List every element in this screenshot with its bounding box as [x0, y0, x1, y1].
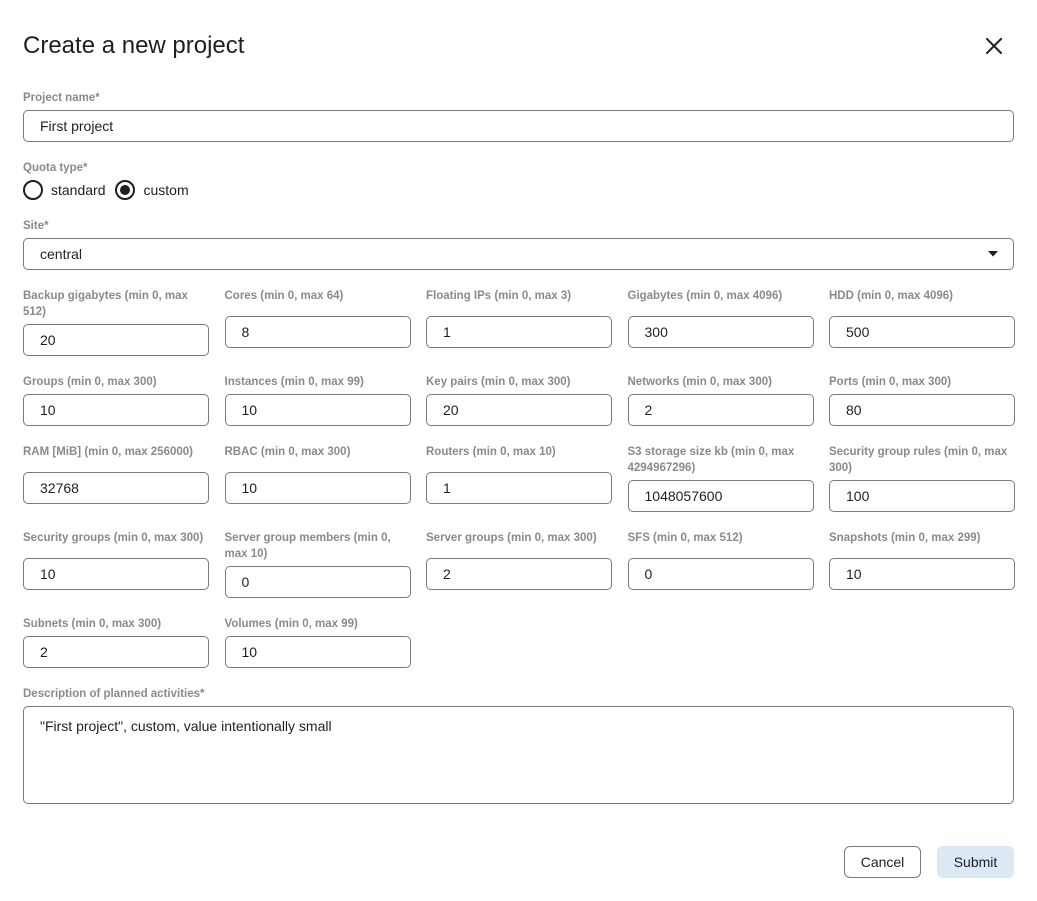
- radio-checked-icon: [115, 180, 136, 200]
- quota-input[interactable]: [829, 480, 1015, 512]
- quota-label: Instances (min 0, max 99): [224, 376, 364, 388]
- site-select-value: central: [40, 246, 83, 262]
- quota-label: Cores (min 0, max 64): [224, 290, 344, 302]
- quota-label: RAM [MiB] (min 0, max 256000): [23, 446, 193, 458]
- quota-label: Snapshots (min 0, max 299): [829, 532, 981, 544]
- radio-unchecked-icon: [23, 180, 43, 200]
- quota-input[interactable]: [23, 472, 209, 504]
- quota-input[interactable]: [627, 316, 814, 348]
- quota-label: Groups (min 0, max 300): [23, 376, 157, 388]
- quota-label: Floating IPs (min 0, max 3): [426, 290, 572, 302]
- quota-input[interactable]: [627, 558, 814, 590]
- quota-label: Key pairs (min 0, max 300): [426, 376, 571, 388]
- project-name-label: Project name*: [23, 92, 100, 104]
- quota-label: Gigabytes (min 0, max 4096): [627, 290, 783, 302]
- quota-label: Networks (min 0, max 300): [627, 376, 772, 388]
- quota-input[interactable]: [627, 480, 814, 512]
- site-label: Site*: [23, 220, 49, 232]
- radio-label-standard: standard: [51, 182, 106, 198]
- quota-input[interactable]: [829, 558, 1015, 590]
- quota-input[interactable]: [224, 566, 411, 598]
- dialog-title: Create a new project: [23, 32, 245, 59]
- quota-label: Server group members (min 0, max 10): [224, 532, 391, 560]
- quota-input[interactable]: [224, 316, 411, 348]
- quota-label: Routers (min 0, max 10): [426, 446, 556, 458]
- quota-type-label: Quota type*: [23, 162, 88, 174]
- quota-input[interactable]: [426, 472, 612, 504]
- submit-button[interactable]: Submit: [937, 846, 1014, 878]
- close-button[interactable]: [978, 30, 1010, 62]
- quota-label: Subnets (min 0, max 300): [23, 618, 162, 630]
- chevron-down-icon: [988, 251, 998, 257]
- quota-input[interactable]: [23, 324, 209, 356]
- quota-label: Security groups (min 0, max 300): [23, 532, 204, 544]
- quota-label: HDD (min 0, max 4096): [829, 290, 953, 302]
- create-project-dialog: Create a new project Project name* Quota…: [0, 0, 1037, 901]
- radio-label-custom: custom: [143, 182, 189, 198]
- quota-label: SFS (min 0, max 512): [627, 532, 743, 544]
- quota-label: S3 storage size kb (min 0, max 429496729…: [627, 446, 795, 474]
- quota-input[interactable]: [426, 394, 612, 426]
- quota-input[interactable]: [224, 472, 411, 504]
- quota-input[interactable]: [426, 558, 612, 590]
- close-icon: [986, 38, 1002, 54]
- quota-input[interactable]: [23, 394, 209, 426]
- quota-input[interactable]: [224, 636, 411, 668]
- quota-input[interactable]: [829, 394, 1015, 426]
- description-label: Description of planned activities*: [23, 688, 205, 700]
- quota-label: Server groups (min 0, max 300): [426, 532, 597, 544]
- site-select[interactable]: central: [23, 238, 1014, 270]
- description-textarea[interactable]: "First project", custom, value intention…: [23, 706, 1014, 804]
- quota-input[interactable]: [829, 316, 1015, 348]
- quota-input[interactable]: [23, 636, 209, 668]
- quota-type-radio-group: standard custom: [23, 180, 199, 200]
- quota-label: RBAC (min 0, max 300): [224, 446, 351, 458]
- radio-option-custom[interactable]: custom: [115, 180, 198, 200]
- project-name-input[interactable]: [23, 110, 1014, 142]
- quota-label: Ports (min 0, max 300): [829, 376, 952, 388]
- quota-label: Backup gigabytes (min 0, max 512): [23, 290, 188, 318]
- quota-input[interactable]: [627, 394, 814, 426]
- quota-input[interactable]: [224, 394, 411, 426]
- cancel-button[interactable]: Cancel: [844, 846, 921, 878]
- quota-label: Volumes (min 0, max 99): [224, 618, 358, 630]
- quota-input[interactable]: [426, 316, 612, 348]
- quota-input[interactable]: [23, 558, 209, 590]
- radio-option-standard[interactable]: standard: [23, 180, 115, 200]
- quota-label: Security group rules (min 0, max 300): [829, 446, 1008, 474]
